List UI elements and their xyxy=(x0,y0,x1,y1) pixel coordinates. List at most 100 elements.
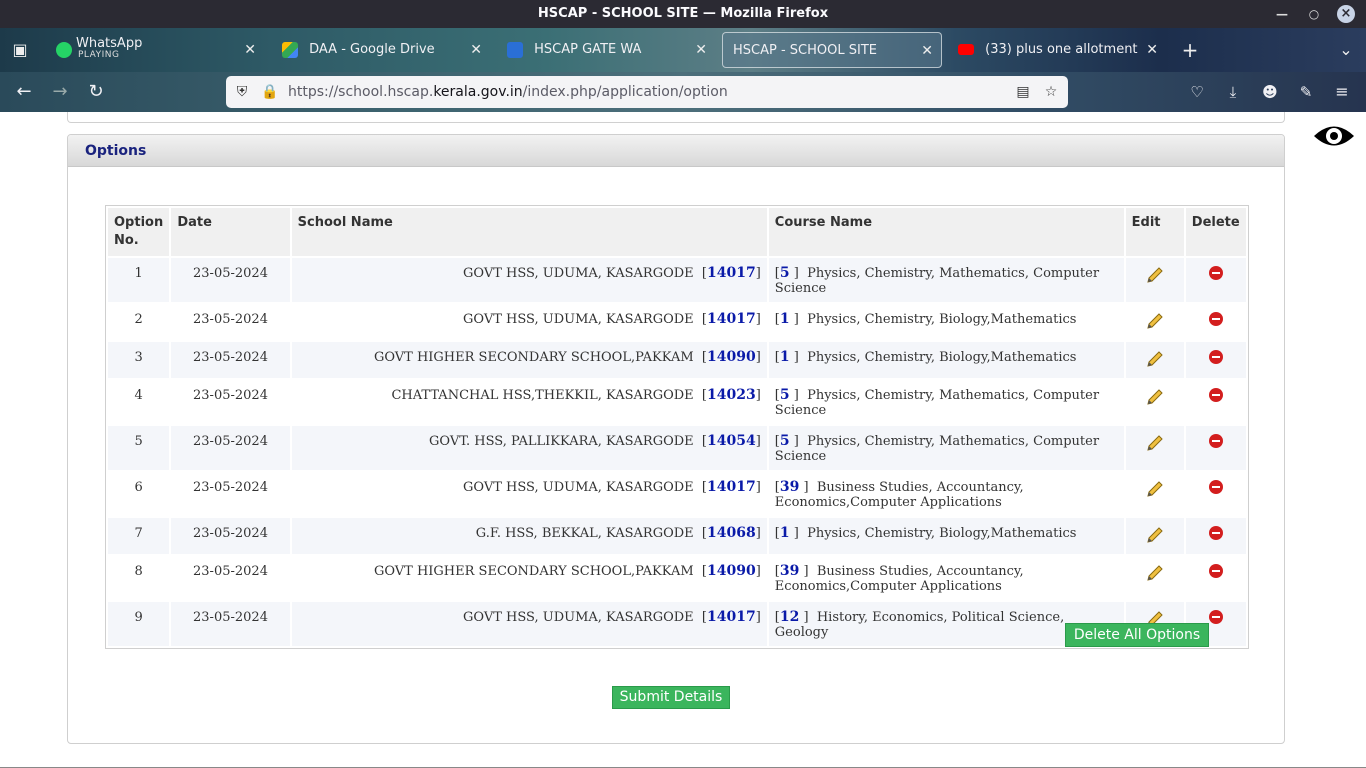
tab-hscap-gate[interactable]: HSCAP GATE WA ✕ xyxy=(497,32,715,68)
delete-cell xyxy=(1185,342,1246,378)
option-date: 23-05-2024 xyxy=(171,380,290,424)
lock-icon[interactable]: 🔒 xyxy=(259,76,281,108)
previous-panel-edge xyxy=(67,112,1285,123)
delete-icon[interactable] xyxy=(1208,610,1223,624)
delete-icon[interactable] xyxy=(1208,480,1223,494)
tab-whatsapp[interactable]: WhatsApp PLAYING ✕ xyxy=(46,32,264,68)
edit-pencil-icon[interactable] xyxy=(1146,434,1164,452)
page-content: Options Option No. Date School Name Cour… xyxy=(0,112,1366,768)
tab-google-drive[interactable]: DAA - Google Drive ✕ xyxy=(272,32,490,68)
minimize-icon[interactable]: — xyxy=(1268,0,1296,28)
edit-cell xyxy=(1125,556,1184,600)
school-cell: GOVT HSS, UDUMA, KASARGODE [14017] xyxy=(291,258,767,302)
tab-overview-icon[interactable]: ▣ xyxy=(2,28,38,72)
delete-icon[interactable] xyxy=(1208,564,1223,578)
school-name: GOVT HSS, UDUMA, KASARGODE xyxy=(463,480,694,495)
course-cell: [5 ] Physics, Chemistry, Mathematics, Co… xyxy=(768,426,1124,470)
course-cell: [1 ] Physics, Chemistry, Biology,Mathema… xyxy=(768,304,1124,340)
account-icon[interactable]: ☻ xyxy=(1254,72,1286,112)
delete-all-options-button[interactable]: Delete All Options xyxy=(1065,623,1209,647)
option-date: 23-05-2024 xyxy=(171,258,290,302)
menu-icon[interactable]: ≡ xyxy=(1326,72,1358,112)
school-code: 14090 xyxy=(707,563,756,579)
school-cell: GOVT HSS, UDUMA, KASARGODE [14017] xyxy=(291,472,767,516)
tab-hscap-school-site[interactable]: HSCAP - SCHOOL SITE ✕ xyxy=(722,32,942,68)
close-tab-icon[interactable]: ✕ xyxy=(695,32,707,68)
bookmark-star-icon[interactable]: ☆ xyxy=(1040,76,1062,108)
edit-pencil-icon[interactable] xyxy=(1146,350,1164,368)
edit-pencil-icon[interactable] xyxy=(1146,480,1164,498)
option-number: 5 xyxy=(108,426,170,470)
school-cell: GOVT HSS, UDUMA, KASARGODE [14017] xyxy=(291,304,767,340)
close-tab-icon[interactable]: ✕ xyxy=(921,33,933,69)
back-icon[interactable]: ← xyxy=(8,72,40,112)
school-name: GOVT HSS, UDUMA, KASARGODE xyxy=(463,610,694,625)
edit-pencil-icon[interactable] xyxy=(1146,564,1164,582)
course-code: 5 xyxy=(779,433,790,449)
course-code: 12 xyxy=(779,609,800,625)
option-date: 23-05-2024 xyxy=(171,518,290,554)
course-name: Physics, Chemistry, Mathematics, Compute… xyxy=(774,434,1100,464)
course-name: Physics, Chemistry, Biology,Mathematics xyxy=(807,350,1077,365)
edit-cell xyxy=(1125,380,1184,424)
google-drive-icon xyxy=(282,41,298,58)
delete-icon[interactable] xyxy=(1208,526,1223,540)
restore-icon[interactable]: ○ xyxy=(1300,0,1328,28)
url-text[interactable]: https://school.hscap.kerala.gov.in/index… xyxy=(288,76,728,108)
option-number: 8 xyxy=(108,556,170,600)
school-cell: GOVT. HSS, PALLIKKARA, KASARGODE [14054] xyxy=(291,426,767,470)
forward-icon[interactable]: → xyxy=(44,72,76,112)
table-row: 4 23-05-2024 CHATTANCHAL HSS,THEKKIL, KASA… xyxy=(108,380,1246,424)
school-name: GOVT HSS, UDUMA, KASARGODE xyxy=(463,312,694,327)
list-tabs-icon[interactable]: ⌄ xyxy=(1328,28,1364,72)
school-code: 14090 xyxy=(707,349,756,365)
table-row: 1 23-05-2024 GOVT HSS, UDUMA, KASARGODE [1… xyxy=(108,258,1246,302)
option-date: 23-05-2024 xyxy=(171,304,290,340)
shield-icon[interactable]: ⛨ xyxy=(231,76,253,108)
delete-icon[interactable] xyxy=(1208,350,1223,364)
tab-label: HSCAP GATE WA xyxy=(534,42,642,57)
delete-icon[interactable] xyxy=(1208,266,1223,280)
school-name: GOVT. HSS, PALLIKKARA, KASARGODE xyxy=(429,434,694,449)
table-row: 2 23-05-2024 GOVT HSS, UDUMA, KASARGODE [1… xyxy=(108,304,1246,340)
downloads-icon[interactable]: ⤓ xyxy=(1217,72,1249,112)
school-cell: GOVT HIGHER SECONDARY SCHOOL,PAKKAM [140… xyxy=(291,342,767,378)
extensions-icon[interactable]: ✎ xyxy=(1290,72,1322,112)
eye-icon[interactable] xyxy=(1313,115,1355,157)
school-name: GOVT HIGHER SECONDARY SCHOOL,PAKKAM xyxy=(373,564,694,579)
table-row: 5 23-05-2024 GOVT. HSS, PALLIKKARA, KASARG… xyxy=(108,426,1246,470)
submit-details-button[interactable]: Submit Details xyxy=(612,686,730,709)
edit-pencil-icon[interactable] xyxy=(1146,266,1164,284)
edit-pencil-icon[interactable] xyxy=(1146,388,1164,406)
close-tab-icon[interactable]: ✕ xyxy=(244,32,256,68)
header-delete: Delete xyxy=(1185,208,1246,256)
delete-icon[interactable] xyxy=(1208,434,1223,448)
option-date: 23-05-2024 xyxy=(171,472,290,516)
options-panel: Options Option No. Date School Name Cour… xyxy=(67,134,1285,744)
table-header-row: Option No. Date School Name Course Name … xyxy=(108,208,1246,256)
edit-pencil-icon[interactable] xyxy=(1146,526,1164,544)
tab-label: (33) plus one allotment 202 xyxy=(985,42,1138,57)
delete-icon[interactable] xyxy=(1208,388,1223,402)
course-name: Business Studies, Accountancy, Economics… xyxy=(774,480,1024,510)
close-window-icon[interactable]: × xyxy=(1337,5,1355,23)
tab-youtube[interactable]: (33) plus one allotment 202 ✕ xyxy=(948,32,1166,68)
course-code: 1 xyxy=(779,349,790,365)
new-tab-icon[interactable]: + xyxy=(1172,28,1208,72)
course-cell: [39 ] Business Studies, Accountancy, Eco… xyxy=(768,556,1124,600)
course-code: 1 xyxy=(779,525,790,541)
school-cell: CHATTANCHAL HSS,THEKKIL, KASARGODE [1402… xyxy=(291,380,767,424)
reader-view-icon[interactable]: ▤ xyxy=(1012,76,1034,108)
table-row: 6 23-05-2024 GOVT HSS, UDUMA, KASARGODE [1… xyxy=(108,472,1246,516)
close-tab-icon[interactable]: ✕ xyxy=(1146,32,1158,68)
window-title: HSCAP - SCHOOL SITE — Mozilla Firefox xyxy=(537,6,829,21)
edit-pencil-icon[interactable] xyxy=(1146,312,1164,330)
close-tab-icon[interactable]: ✕ xyxy=(470,32,482,68)
option-number: 3 xyxy=(108,342,170,378)
pocket-icon[interactable]: ♡ xyxy=(1181,72,1213,112)
reload-icon[interactable]: ↻ xyxy=(80,72,112,112)
url-bar[interactable]: ⛨ 🔒 https://school.hscap.kerala.gov.in/i… xyxy=(226,76,1068,108)
delete-cell xyxy=(1185,556,1246,600)
course-code: 5 xyxy=(779,387,790,403)
delete-icon[interactable] xyxy=(1208,312,1223,326)
